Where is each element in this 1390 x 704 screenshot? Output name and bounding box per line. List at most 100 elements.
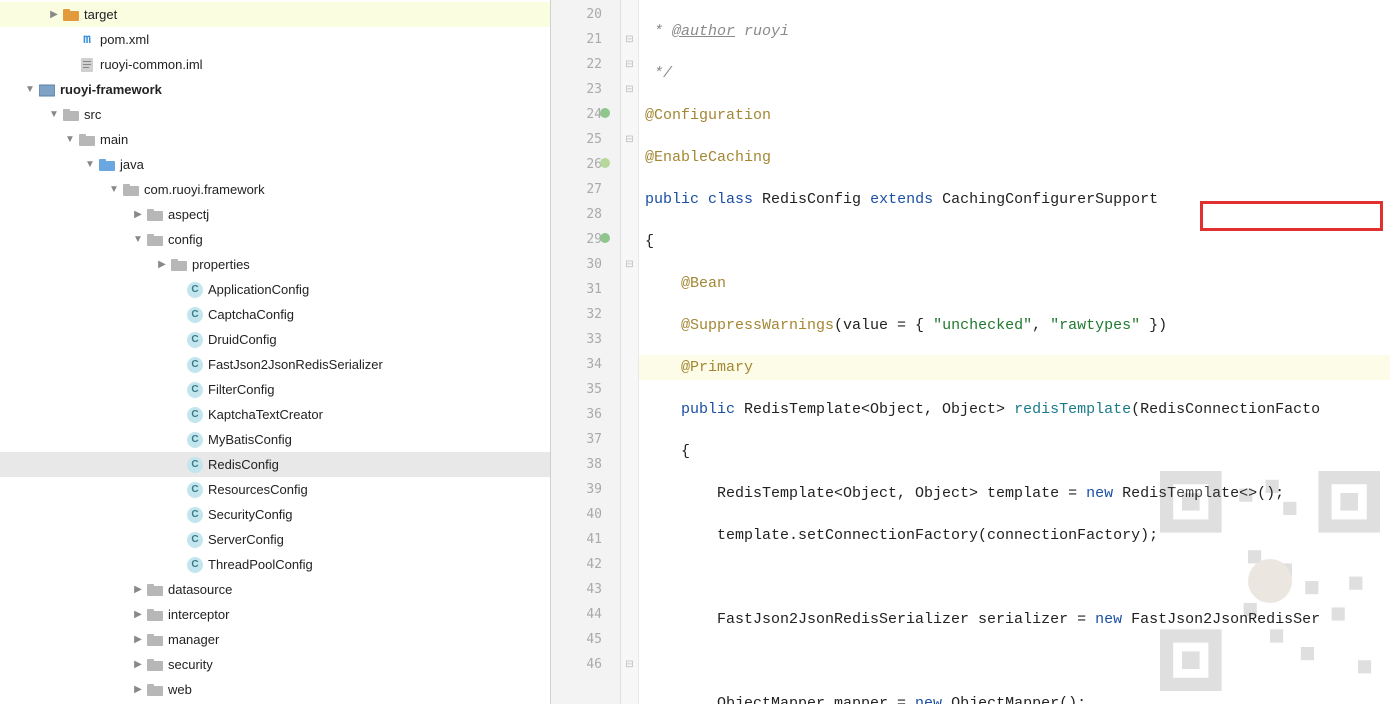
tree-item-label: main xyxy=(100,132,128,147)
tree-item[interactable]: ▼ main xyxy=(0,127,550,152)
tree-item[interactable]: CMyBatisConfig xyxy=(0,427,550,452)
tree-arrow-icon[interactable]: ▶ xyxy=(130,209,146,220)
tree-item[interactable]: ▶datasource xyxy=(0,577,550,602)
tree-item-label: security xyxy=(168,657,213,672)
tree-arrow-icon[interactable]: ▶ xyxy=(130,659,146,670)
tree-item[interactable]: ▼ com.ruoyi.framework xyxy=(0,177,550,202)
tree-arrow-icon[interactable]: ▼ xyxy=(106,184,122,195)
gutter-line: 38 xyxy=(551,452,620,477)
tree-item[interactable]: ▼ java xyxy=(0,152,550,177)
tree-arrow-icon[interactable]: ▼ xyxy=(130,234,146,245)
tree-item[interactable]: ▼ ruoyi-framework xyxy=(0,77,550,102)
tree-item-label: FastJson2JsonRedisSerializer xyxy=(208,357,383,372)
code-line: public RedisTemplate<Object, Object> red… xyxy=(639,397,1390,422)
tree-arrow-icon[interactable]: ▼ xyxy=(62,134,78,145)
tree-item[interactable]: ▶target xyxy=(0,2,550,27)
tree-item[interactable]: ▼src xyxy=(0,102,550,127)
module-icon xyxy=(38,81,56,99)
tree-item[interactable]: CKaptchaTextCreator xyxy=(0,402,550,427)
code-line: public class RedisConfig extends Caching… xyxy=(639,187,1390,212)
tree-item-label: java xyxy=(120,157,144,172)
gutter-line: 25 xyxy=(551,127,620,152)
gutter-line: 45 xyxy=(551,627,620,652)
tree-item-label: MyBatisConfig xyxy=(208,432,292,447)
tree-item[interactable]: ▶web xyxy=(0,677,550,702)
gutter-line: 42 xyxy=(551,552,620,577)
gutter-line: 28 xyxy=(551,202,620,227)
iml-file-icon xyxy=(78,56,96,74)
gutter-line: 22 xyxy=(551,52,620,77)
folder-icon xyxy=(146,206,164,224)
tree-item-label: DruidConfig xyxy=(208,332,277,347)
tree-item-label: com.ruoyi.framework xyxy=(144,182,265,197)
tree-arrow-icon[interactable]: ▶ xyxy=(130,609,146,620)
tree-arrow-icon[interactable]: ▶ xyxy=(130,584,146,595)
gutter-line: 43 xyxy=(551,577,620,602)
tree-item-label: manager xyxy=(168,632,219,647)
gutter-line: 27 xyxy=(551,177,620,202)
tree-arrow-icon[interactable]: ▼ xyxy=(82,159,98,170)
tree-item[interactable]: C ApplicationConfig xyxy=(0,277,550,302)
tree-item[interactable]: C FastJson2JsonRedisSerializer xyxy=(0,352,550,377)
editor-panel[interactable]: 20 21 22 23 24 25 26 27 28 29 30 31 32 3… xyxy=(551,0,1390,704)
gutter-line: 21 xyxy=(551,27,620,52)
code-line: * @author ruoyi xyxy=(639,19,1390,44)
tree-item[interactable]: ▶aspectj xyxy=(0,202,550,227)
tree-item-label: interceptor xyxy=(168,607,229,622)
java-class-icon: C xyxy=(186,306,204,324)
tree-item[interactable]: CSecurityConfig xyxy=(0,502,550,527)
tree-item[interactable]: CServerConfig xyxy=(0,527,550,552)
tree-item[interactable]: ▶ properties xyxy=(0,252,550,277)
tree-item[interactable]: CDruidConfig xyxy=(0,327,550,352)
tree-arrow-icon[interactable]: ▼ xyxy=(46,109,62,120)
tree-item[interactable]: mpom.xml xyxy=(0,27,550,52)
java-class-icon: C xyxy=(186,556,204,574)
spring-autowire-icon xyxy=(599,157,611,173)
tree-item[interactable]: C CaptchaConfig xyxy=(0,302,550,327)
folder-icon xyxy=(146,631,164,649)
project-tree: ▶targetmpom.xml ruoyi-common.iml ▼ ruoyi-fr… xyxy=(0,0,550,702)
maven-file-icon: m xyxy=(78,31,96,49)
watermark-qr-icon xyxy=(1160,471,1380,694)
tree-item[interactable]: CRedisConfig xyxy=(0,452,550,477)
tree-arrow-icon[interactable]: ▶ xyxy=(154,259,170,270)
gutter-line: 23 xyxy=(551,77,620,102)
tree-item-label: CaptchaConfig xyxy=(208,307,294,322)
tree-item[interactable]: CThreadPoolConfig xyxy=(0,552,550,577)
tree-item-label: ruoyi-common.iml xyxy=(100,57,203,72)
tree-arrow-icon[interactable]: ▼ xyxy=(22,84,38,95)
gutter-line: 34 xyxy=(551,352,620,377)
project-tree-panel[interactable]: ▶targetmpom.xml ruoyi-common.iml ▼ ruoyi-fr… xyxy=(0,0,551,704)
tree-item-label: ruoyi-framework xyxy=(60,82,162,97)
tree-item[interactable]: ▶ security xyxy=(0,652,550,677)
java-class-icon: C xyxy=(186,356,204,374)
java-class-icon: C xyxy=(186,506,204,524)
gutter-line: 33 xyxy=(551,327,620,352)
code-line: { xyxy=(639,439,1390,464)
code-line-highlighted: @Primary xyxy=(639,355,1390,380)
tree-item-label: config xyxy=(168,232,203,247)
tree-item[interactable]: ruoyi-common.iml xyxy=(0,52,550,77)
folder-icon xyxy=(62,6,80,24)
folder-icon xyxy=(146,656,164,674)
tree-item-label: FilterConfig xyxy=(208,382,274,397)
folder-icon xyxy=(62,106,80,124)
folder-icon xyxy=(170,256,188,274)
tree-item-label: ServerConfig xyxy=(208,532,284,547)
tree-arrow-icon[interactable]: ▶ xyxy=(130,684,146,695)
java-class-icon: C xyxy=(186,281,204,299)
java-class-icon: C xyxy=(186,456,204,474)
tree-item-label: properties xyxy=(192,257,250,272)
gutter-line: 31 xyxy=(551,277,620,302)
gutter-line: 20 xyxy=(551,2,620,27)
tree-item[interactable]: ▶ interceptor xyxy=(0,602,550,627)
gutter-line: 36 xyxy=(551,402,620,427)
tree-item[interactable]: CResourcesConfig xyxy=(0,477,550,502)
tree-arrow-icon[interactable]: ▶ xyxy=(46,9,62,20)
gutter-line: 35 xyxy=(551,377,620,402)
tree-item[interactable]: CFilterConfig xyxy=(0,377,550,402)
tree-item-label: ApplicationConfig xyxy=(208,282,309,297)
tree-item[interactable]: ▼ config xyxy=(0,227,550,252)
tree-item[interactable]: ▶ manager xyxy=(0,627,550,652)
tree-arrow-icon[interactable]: ▶ xyxy=(130,634,146,645)
